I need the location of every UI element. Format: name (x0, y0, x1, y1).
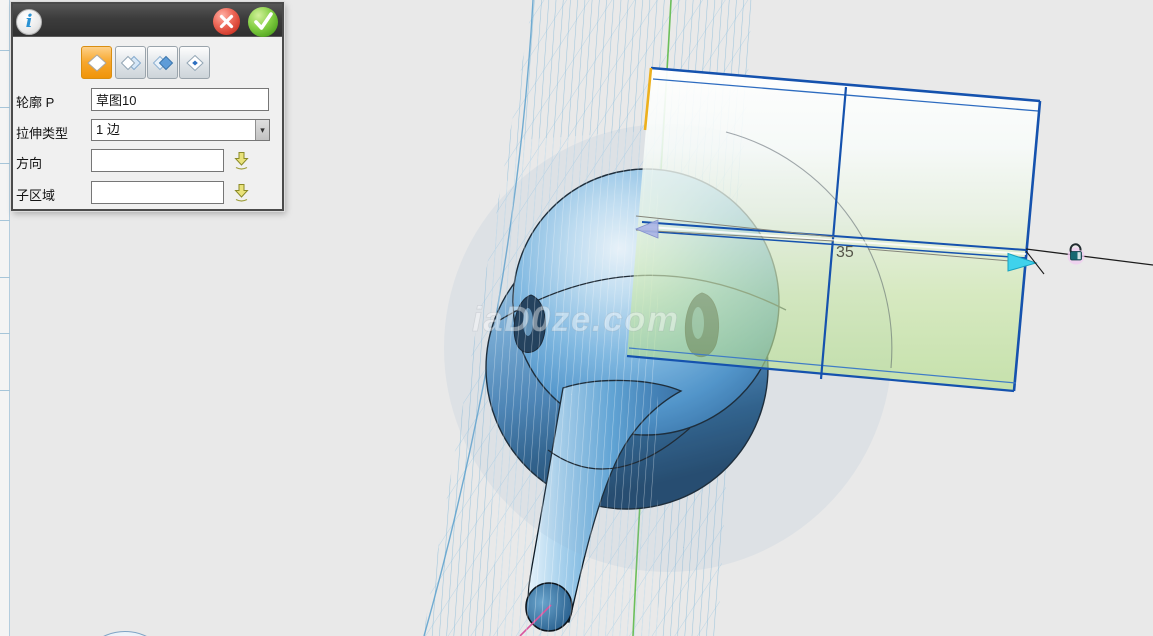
close-x-icon (213, 8, 240, 35)
profile-label: 轮廓 P (16, 92, 54, 111)
watermark: iaD0ze.com (472, 300, 680, 339)
cancel-button[interactable] (213, 8, 240, 35)
dimension-leader-line (1026, 249, 1153, 265)
extrude-dialog: i (11, 2, 284, 211)
mode-button-solid-diamond[interactable] (81, 46, 112, 79)
lock-icon[interactable] (1068, 244, 1085, 264)
ruler-tick (0, 333, 10, 334)
sketch-plane[interactable] (627, 68, 1040, 391)
dimension-value[interactable]: 35 (836, 244, 854, 261)
mode-button-double-diamond[interactable] (115, 46, 146, 79)
extrude-type-label: 拉伸类型 (16, 123, 68, 142)
diamond-pair-filled-icon (152, 53, 174, 73)
ruler-tick (0, 163, 10, 164)
diamond-double-icon (120, 53, 142, 73)
check-icon (248, 7, 278, 37)
chevron-down-icon[interactable]: ▾ (255, 120, 269, 140)
info-icon[interactable]: i (16, 9, 42, 35)
confirm-button[interactable] (248, 7, 278, 37)
ruler-tick (0, 390, 10, 391)
direction-label: 方向 (16, 153, 42, 172)
mode-button-diamond-dot[interactable] (179, 46, 210, 79)
direction-picker-icon[interactable] (233, 151, 250, 170)
ruler-tick (0, 107, 10, 108)
subregion-input[interactable] (91, 181, 224, 204)
ruler-tick (0, 277, 10, 278)
cad-application-window: 35 iaD0ze.com i (0, 0, 1153, 636)
diamond-dot-icon (184, 53, 206, 73)
left-ruler-strip (0, 0, 10, 636)
dialog-header[interactable]: i (13, 4, 282, 37)
profile-input[interactable] (91, 88, 269, 111)
ruler-tick (0, 50, 10, 51)
ruler-tick (0, 220, 10, 221)
extrude-type-value: 1 边 (96, 120, 120, 140)
mode-button-diamond-pair-filled[interactable] (147, 46, 178, 79)
direction-input[interactable] (91, 149, 224, 172)
subregion-picker-icon[interactable] (233, 183, 250, 202)
subregion-label: 子区域 (16, 185, 55, 204)
extrude-type-dropdown[interactable]: 1 边 ▾ (91, 119, 270, 141)
diamond-solid-icon (86, 53, 108, 73)
